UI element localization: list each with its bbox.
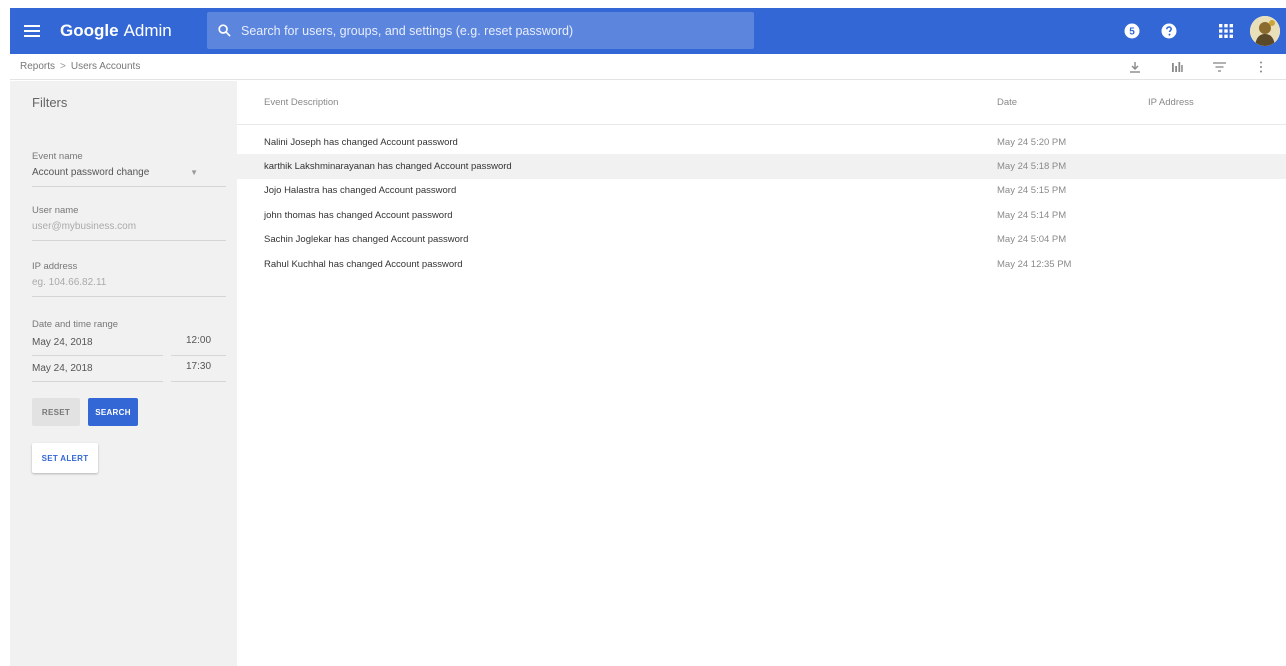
table-header: Event Description Date IP Address [237, 81, 1286, 125]
event-name-label: Event name [32, 151, 83, 162]
header-event-description[interactable]: Event Description [264, 97, 338, 108]
table-body: Nalini Joseph has changed Account passwo… [237, 125, 1286, 276]
download-button[interactable] [1114, 54, 1156, 80]
search-button[interactable]: SEARCH [88, 398, 138, 426]
event-name-value: Account password change [32, 167, 150, 178]
more-vert-icon [1260, 61, 1262, 73]
event-name-select[interactable]: Account password change ▼ [32, 167, 226, 178]
dropdown-arrow-icon: ▼ [190, 168, 198, 177]
download-icon [1130, 62, 1140, 73]
table-row[interactable]: john thomas has changed Account password… [237, 203, 1286, 227]
google-admin-logo[interactable]: Google Admin [60, 21, 200, 41]
row-description: Jojo Halastra has changed Account passwo… [264, 185, 457, 197]
row-date: May 24 12:35 PM [997, 258, 1072, 270]
table-row[interactable]: Sachin Joglekar has changed Account pass… [237, 228, 1286, 252]
row-description: Rahul Kuchhal has changed Account passwo… [264, 258, 463, 270]
columns-button[interactable] [1156, 54, 1198, 80]
row-date: May 24 5:18 PM [997, 161, 1067, 173]
help-button[interactable] [1150, 8, 1187, 54]
user-name-underline [32, 240, 226, 241]
top-bar-actions: 5 [1113, 8, 1286, 54]
event-name-underline [32, 186, 226, 187]
account-avatar[interactable] [1250, 16, 1280, 46]
report-actions [1114, 54, 1282, 80]
breadcrumb-separator: > [60, 61, 66, 72]
column-chart-icon [1172, 62, 1183, 72]
search-input[interactable] [241, 23, 754, 38]
start-datetime-row: May 24, 2018 12:00 [32, 335, 226, 356]
filters-title: Filters [32, 95, 68, 110]
ip-address-field[interactable]: IP address eg. 104.66.82.11 [32, 261, 226, 297]
row-date: May 24 5:14 PM [997, 209, 1067, 221]
date-range-label: Date and time range [32, 319, 119, 330]
row-description: karthik Lakshminarayanan has changed Acc… [264, 161, 512, 173]
date-range-field: Date and time range [32, 319, 226, 330]
filter-lines-icon [1212, 62, 1226, 72]
user-name-label: User name [32, 205, 79, 216]
end-datetime-row: May 24, 2018 17:30 [32, 361, 226, 382]
events-table: Event Description Date IP Address Nalini… [237, 81, 1286, 276]
logo-product: Admin [123, 21, 172, 40]
notification-count: 5 [1129, 27, 1135, 38]
header-date[interactable]: Date [997, 97, 1017, 108]
ip-address-label: IP address [32, 261, 78, 272]
notifications-button[interactable]: 5 [1113, 8, 1150, 54]
row-description: Sachin Joglekar has changed Account pass… [264, 234, 469, 246]
set-alert-button[interactable]: SET ALERT [32, 443, 98, 473]
row-description: Nalini Joseph has changed Account passwo… [264, 136, 458, 148]
table-row[interactable]: Jojo Halastra has changed Account passwo… [237, 179, 1286, 203]
row-date: May 24 5:04 PM [997, 234, 1067, 246]
search-icon-button[interactable] [207, 24, 241, 37]
reset-button[interactable]: RESET [32, 398, 80, 426]
event-name-field[interactable]: Event name Account password change ▼ [32, 151, 226, 187]
breadcrumb-reports[interactable]: Reports [20, 61, 55, 72]
ip-address-underline [32, 296, 226, 297]
more-options-button[interactable] [1240, 54, 1282, 80]
apps-button[interactable] [1207, 8, 1244, 54]
table-row[interactable]: karthik Lakshminarayanan has changed Acc… [237, 154, 1286, 179]
header-ip-address[interactable]: IP Address [1148, 97, 1194, 108]
filter-button[interactable] [1198, 54, 1240, 80]
user-name-field[interactable]: User name user@mybusiness.com [32, 205, 226, 241]
row-description: john thomas has changed Account password [264, 209, 453, 221]
end-date-input[interactable]: May 24, 2018 [32, 363, 163, 382]
user-name-input[interactable]: user@mybusiness.com [32, 221, 226, 232]
row-date: May 24 5:15 PM [997, 185, 1067, 197]
help-icon [1161, 23, 1176, 39]
search-icon [217, 24, 231, 37]
hamburger-icon [24, 25, 40, 37]
end-time-input[interactable]: 17:30 [171, 361, 226, 382]
top-bar: Google Admin 5 [10, 8, 1286, 54]
breadcrumb: Reports > Users Accounts [10, 61, 140, 72]
start-time-input[interactable]: 12:00 [171, 335, 226, 356]
logo-brand: Google [60, 21, 119, 40]
admin-frame: Google Admin 5 [10, 8, 1286, 666]
main-menu-button[interactable] [10, 8, 54, 54]
breadcrumb-users-accounts: Users Accounts [70, 61, 141, 72]
filters-sidebar: Filters Event name Account password chan… [10, 81, 237, 666]
avatar-image-icon [1250, 16, 1280, 46]
start-date-input[interactable]: May 24, 2018 [32, 337, 163, 356]
sub-header: Reports > Users Accounts [10, 54, 1286, 80]
table-row[interactable]: Nalini Joseph has changed Account passwo… [237, 130, 1286, 154]
table-row[interactable]: Rahul Kuchhal has changed Account passwo… [237, 252, 1286, 276]
ip-address-input[interactable]: eg. 104.66.82.11 [32, 277, 226, 288]
notification-badge-icon: 5 [1124, 23, 1139, 39]
search-box[interactable] [207, 12, 754, 49]
row-date: May 24 5:20 PM [997, 136, 1067, 148]
apps-grid-icon [1218, 24, 1233, 38]
